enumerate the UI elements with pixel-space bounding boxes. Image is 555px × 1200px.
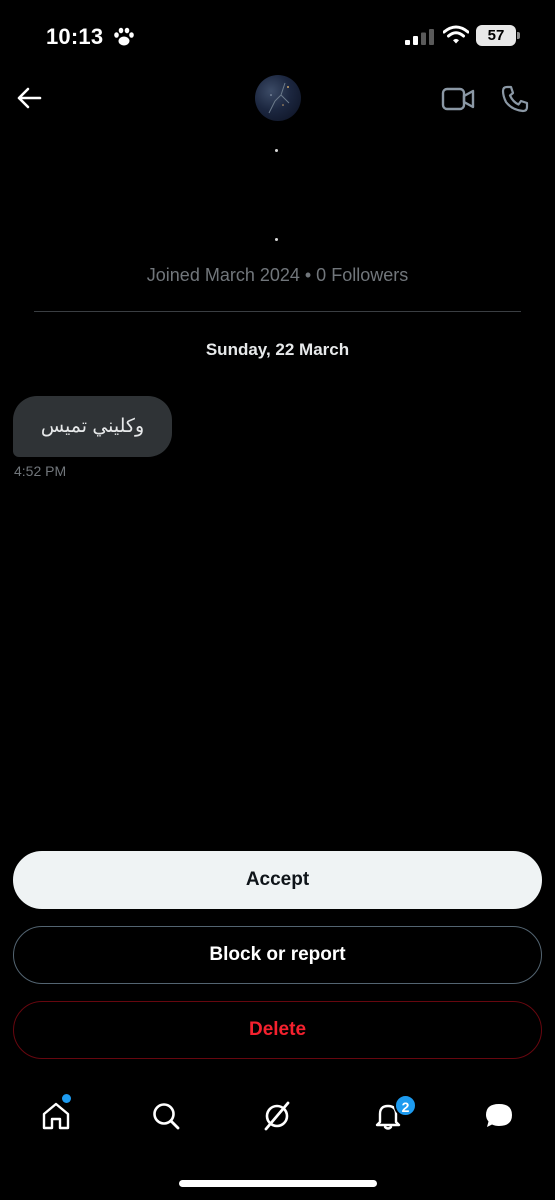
avatar[interactable] [255, 75, 301, 121]
paw-icon [114, 27, 134, 46]
search-icon[interactable] [150, 1100, 182, 1132]
delete-button[interactable]: Delete [13, 1001, 542, 1059]
avatar-image [268, 82, 290, 114]
home-indicator [179, 1180, 377, 1187]
block-or-report-button[interactable]: Block or report [13, 926, 542, 984]
notifications-badge: 2 [394, 1094, 417, 1117]
date-separator: Sunday, 22 March [205, 340, 350, 359]
battery-icon: 57 [476, 25, 520, 46]
grok-icon[interactable] [261, 1100, 293, 1132]
wifi-icon [443, 25, 469, 44]
phone-icon[interactable] [500, 84, 530, 114]
handle-placeholder-dot [275, 238, 278, 241]
profile-meta: Joined March 2024 • 0 Followers [146, 265, 409, 285]
name-placeholder-dot [275, 149, 278, 152]
divider [34, 311, 521, 312]
messages-icon[interactable] [483, 1100, 515, 1132]
home-unread-dot [62, 1094, 71, 1103]
message-timestamp: 4:52 PM [14, 463, 67, 479]
status-time: 10:13 [46, 24, 104, 49]
message-bubble[interactable]: وكليني تميس [13, 396, 172, 457]
video-camera-icon[interactable] [441, 85, 475, 113]
arrow-left-icon[interactable] [14, 84, 44, 112]
home-icon[interactable] [40, 1100, 72, 1132]
accept-button[interactable]: Accept [13, 851, 542, 909]
signal-icon [405, 29, 434, 45]
